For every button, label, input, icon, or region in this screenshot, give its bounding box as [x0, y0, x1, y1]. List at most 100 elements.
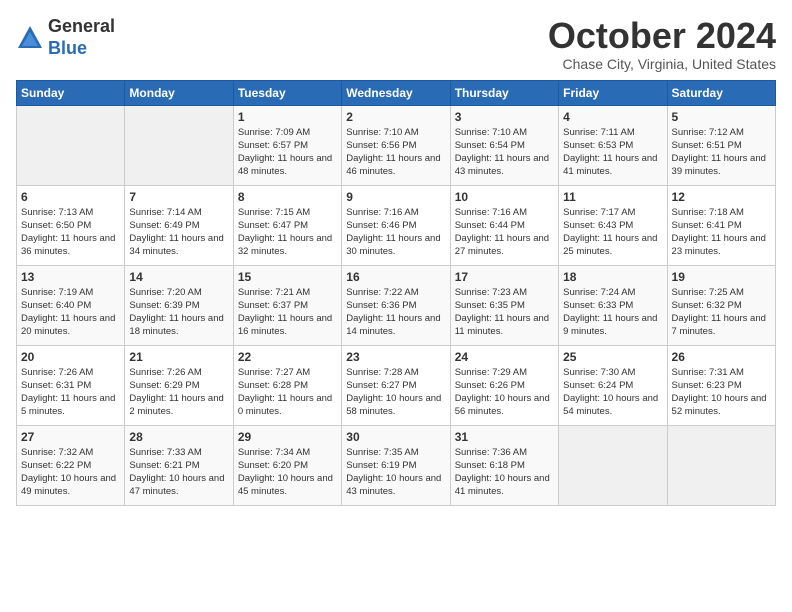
calendar-cell: 8 Sunrise: 7:15 AM Sunset: 6:47 PM Daylig… [233, 185, 341, 265]
day-info: Sunrise: 7:23 AM Sunset: 6:35 PM Dayligh… [455, 286, 554, 339]
day-info: Sunrise: 7:28 AM Sunset: 6:27 PM Dayligh… [346, 366, 445, 419]
page-header: General Blue October 2024 Chase City, Vi… [16, 16, 776, 72]
calendar-cell: 21 Sunrise: 7:26 AM Sunset: 6:29 PM Dayli… [125, 345, 233, 425]
location-subtitle: Chase City, Virginia, United States [548, 56, 776, 72]
day-number: 23 [346, 350, 445, 364]
calendar-header: SundayMondayTuesdayWednesdayThursdayFrid… [17, 80, 776, 105]
day-info: Sunrise: 7:14 AM Sunset: 6:49 PM Dayligh… [129, 206, 228, 259]
title-block: October 2024 Chase City, Virginia, Unite… [548, 16, 776, 72]
calendar-cell: 28 Sunrise: 7:33 AM Sunset: 6:21 PM Dayli… [125, 425, 233, 505]
logo-general: General [48, 16, 115, 38]
calendar-cell: 24 Sunrise: 7:29 AM Sunset: 6:26 PM Dayli… [450, 345, 558, 425]
day-info: Sunrise: 7:26 AM Sunset: 6:29 PM Dayligh… [129, 366, 228, 419]
day-number: 4 [563, 110, 662, 124]
calendar-cell: 10Sunrise: 7:16 AM Sunset: 6:44 PM Dayli… [450, 185, 558, 265]
day-number: 21 [129, 350, 228, 364]
calendar-cell: 31 Sunrise: 7:36 AM Sunset: 6:18 PM Dayli… [450, 425, 558, 505]
calendar-week-row: 20Sunrise: 7:26 AM Sunset: 6:31 PM Dayli… [17, 345, 776, 425]
day-info: Sunrise: 7:32 AM Sunset: 6:22 PM Dayligh… [21, 446, 120, 499]
calendar-cell: 12 Sunrise: 7:18 AM Sunset: 6:41 PM Dayli… [667, 185, 775, 265]
day-info: Sunrise: 7:34 AM Sunset: 6:20 PM Dayligh… [238, 446, 337, 499]
calendar-table: SundayMondayTuesdayWednesdayThursdayFrid… [16, 80, 776, 506]
calendar-cell [559, 425, 667, 505]
day-number: 11 [563, 190, 662, 204]
weekday-header: Tuesday [233, 80, 341, 105]
day-info: Sunrise: 7:10 AM Sunset: 6:56 PM Dayligh… [346, 126, 445, 179]
day-info: Sunrise: 7:29 AM Sunset: 6:26 PM Dayligh… [455, 366, 554, 419]
calendar-cell: 17Sunrise: 7:23 AM Sunset: 6:35 PM Dayli… [450, 265, 558, 345]
day-number: 15 [238, 270, 337, 284]
logo: General Blue [16, 16, 115, 59]
calendar-cell: 3 Sunrise: 7:10 AM Sunset: 6:54 PM Daylig… [450, 105, 558, 185]
calendar-cell: 20Sunrise: 7:26 AM Sunset: 6:31 PM Dayli… [17, 345, 125, 425]
calendar-cell [17, 105, 125, 185]
day-info: Sunrise: 7:15 AM Sunset: 6:47 PM Dayligh… [238, 206, 337, 259]
logo-blue: Blue [48, 38, 115, 60]
day-number: 1 [238, 110, 337, 124]
weekday-header: Wednesday [342, 80, 450, 105]
calendar-cell: 2Sunrise: 7:10 AM Sunset: 6:56 PM Daylig… [342, 105, 450, 185]
calendar-cell: 27 Sunrise: 7:32 AM Sunset: 6:22 PM Dayli… [17, 425, 125, 505]
weekday-header: Sunday [17, 80, 125, 105]
calendar-cell: 7 Sunrise: 7:14 AM Sunset: 6:49 PM Daylig… [125, 185, 233, 265]
day-number: 12 [672, 190, 771, 204]
day-info: Sunrise: 7:18 AM Sunset: 6:41 PM Dayligh… [672, 206, 771, 259]
day-number: 22 [238, 350, 337, 364]
weekday-header-row: SundayMondayTuesdayWednesdayThursdayFrid… [17, 80, 776, 105]
day-number: 26 [672, 350, 771, 364]
calendar-week-row: 1Sunrise: 7:09 AM Sunset: 6:57 PM Daylig… [17, 105, 776, 185]
calendar-cell: 11Sunrise: 7:17 AM Sunset: 6:43 PM Dayli… [559, 185, 667, 265]
day-number: 29 [238, 430, 337, 444]
calendar-week-row: 13 Sunrise: 7:19 AM Sunset: 6:40 PM Dayli… [17, 265, 776, 345]
calendar-cell: 1Sunrise: 7:09 AM Sunset: 6:57 PM Daylig… [233, 105, 341, 185]
day-info: Sunrise: 7:31 AM Sunset: 6:23 PM Dayligh… [672, 366, 771, 419]
day-number: 7 [129, 190, 228, 204]
weekday-header: Thursday [450, 80, 558, 105]
day-number: 6 [21, 190, 120, 204]
day-number: 28 [129, 430, 228, 444]
day-number: 30 [346, 430, 445, 444]
calendar-cell: 23 Sunrise: 7:28 AM Sunset: 6:27 PM Dayli… [342, 345, 450, 425]
day-number: 3 [455, 110, 554, 124]
calendar-cell: 5 Sunrise: 7:12 AM Sunset: 6:51 PM Daylig… [667, 105, 775, 185]
day-info: Sunrise: 7:24 AM Sunset: 6:33 PM Dayligh… [563, 286, 662, 339]
calendar-week-row: 27 Sunrise: 7:32 AM Sunset: 6:22 PM Dayli… [17, 425, 776, 505]
day-info: Sunrise: 7:22 AM Sunset: 6:36 PM Dayligh… [346, 286, 445, 339]
day-info: Sunrise: 7:21 AM Sunset: 6:37 PM Dayligh… [238, 286, 337, 339]
calendar-cell: 22 Sunrise: 7:27 AM Sunset: 6:28 PM Dayli… [233, 345, 341, 425]
calendar-cell: 30 Sunrise: 7:35 AM Sunset: 6:19 PM Dayli… [342, 425, 450, 505]
calendar-cell: 15 Sunrise: 7:21 AM Sunset: 6:37 PM Dayli… [233, 265, 341, 345]
weekday-header: Friday [559, 80, 667, 105]
logo-icon [16, 24, 44, 52]
day-number: 5 [672, 110, 771, 124]
day-number: 9 [346, 190, 445, 204]
calendar-cell [667, 425, 775, 505]
calendar-cell: 29 Sunrise: 7:34 AM Sunset: 6:20 PM Dayli… [233, 425, 341, 505]
day-info: Sunrise: 7:25 AM Sunset: 6:32 PM Dayligh… [672, 286, 771, 339]
day-number: 8 [238, 190, 337, 204]
day-number: 19 [672, 270, 771, 284]
day-number: 16 [346, 270, 445, 284]
day-number: 27 [21, 430, 120, 444]
day-number: 31 [455, 430, 554, 444]
calendar-cell: 19 Sunrise: 7:25 AM Sunset: 6:32 PM Dayli… [667, 265, 775, 345]
day-info: Sunrise: 7:33 AM Sunset: 6:21 PM Dayligh… [129, 446, 228, 499]
day-info: Sunrise: 7:11 AM Sunset: 6:53 PM Dayligh… [563, 126, 662, 179]
calendar-cell: 9 Sunrise: 7:16 AM Sunset: 6:46 PM Daylig… [342, 185, 450, 265]
day-info: Sunrise: 7:16 AM Sunset: 6:46 PM Dayligh… [346, 206, 445, 259]
day-info: Sunrise: 7:12 AM Sunset: 6:51 PM Dayligh… [672, 126, 771, 179]
calendar-cell: 26 Sunrise: 7:31 AM Sunset: 6:23 PM Dayli… [667, 345, 775, 425]
day-info: Sunrise: 7:30 AM Sunset: 6:24 PM Dayligh… [563, 366, 662, 419]
day-number: 13 [21, 270, 120, 284]
calendar-cell [125, 105, 233, 185]
calendar-cell: 6Sunrise: 7:13 AM Sunset: 6:50 PM Daylig… [17, 185, 125, 265]
day-number: 24 [455, 350, 554, 364]
day-info: Sunrise: 7:36 AM Sunset: 6:18 PM Dayligh… [455, 446, 554, 499]
day-info: Sunrise: 7:35 AM Sunset: 6:19 PM Dayligh… [346, 446, 445, 499]
day-info: Sunrise: 7:27 AM Sunset: 6:28 PM Dayligh… [238, 366, 337, 419]
calendar-cell: 18 Sunrise: 7:24 AM Sunset: 6:33 PM Dayli… [559, 265, 667, 345]
calendar-cell: 13 Sunrise: 7:19 AM Sunset: 6:40 PM Dayli… [17, 265, 125, 345]
day-info: Sunrise: 7:19 AM Sunset: 6:40 PM Dayligh… [21, 286, 120, 339]
day-number: 18 [563, 270, 662, 284]
day-info: Sunrise: 7:10 AM Sunset: 6:54 PM Dayligh… [455, 126, 554, 179]
